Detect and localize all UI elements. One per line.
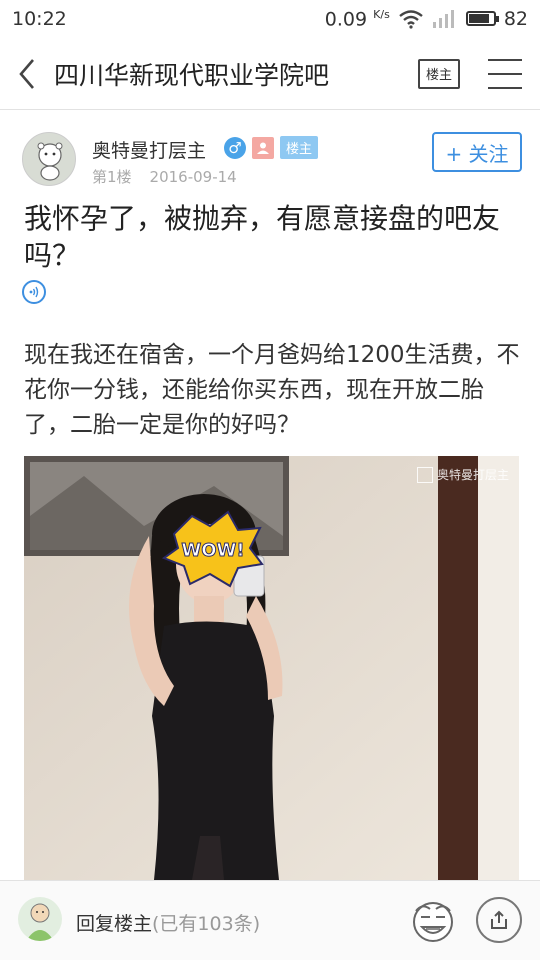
wifi-icon <box>399 10 423 29</box>
follow-button[interactable]: + 关注 <box>432 132 522 172</box>
watermark-text: 奥特曼打层主 <box>436 468 509 482</box>
menu-icon[interactable] <box>488 58 522 89</box>
post-date: 2016-09-14 <box>149 168 237 186</box>
user-profile-icon <box>252 136 274 159</box>
author-name[interactable]: 奥特曼打层主 <box>92 136 206 163</box>
battery-level: 82 <box>503 7 528 30</box>
signal-icon <box>432 9 454 28</box>
audio-icon[interactable] <box>22 280 46 304</box>
net-speed-unit: K/s <box>373 7 390 21</box>
post-body: 现在我还在宿舍，一个月爸妈给1200生活费，不花你一分钱，还能给你买东西，现在开… <box>24 342 520 438</box>
title-bar: 四川华新现代职业学院吧 楼主 <box>0 38 540 110</box>
only-op-button[interactable]: 楼主 <box>418 58 460 89</box>
watermark-logo-icon <box>416 466 433 483</box>
menu-line <box>488 72 522 75</box>
avatar-cartoon-icon <box>37 142 63 181</box>
back-button[interactable] <box>0 38 54 110</box>
status-time: 10:22 <box>12 8 67 30</box>
post-meta: 第1楼 2016-09-14 <box>92 166 237 187</box>
menu-line <box>488 58 522 61</box>
author-avatar[interactable] <box>22 132 76 186</box>
battery-icon <box>465 11 499 27</box>
author-block: 奥特曼打层主 ♂ 楼主 第1楼 2016-09-14 + 关注 <box>22 130 522 190</box>
battery-fill <box>468 14 489 24</box>
avatar-cartoon-icon <box>26 903 54 941</box>
post-title: 我怀孕了，被抛弃，有愿意接盘的吧友吗？ <box>24 202 501 272</box>
male-gender-icon: ♂ <box>224 136 246 159</box>
status-right: 0.09 K/s 82 <box>325 8 528 30</box>
reply-avatar <box>18 897 62 941</box>
floor-number: 第1楼 <box>92 168 132 186</box>
share-icon[interactable] <box>476 897 522 943</box>
photo-illustration: WOW! <box>24 456 519 880</box>
post-page: 10:22 0.09 K/s 82 四川华新现代职业学院吧 楼主 奥特曼打层主 … <box>0 0 540 960</box>
net-speed-value: 0.09 <box>324 8 368 31</box>
forum-title: 四川华新现代职业学院吧 <box>54 60 330 90</box>
reply-to-op-button[interactable]: 回复楼主(已有103条) <box>76 909 260 936</box>
author-badges: ♂ 楼主 <box>224 136 319 159</box>
bottom-bar: 回复楼主(已有103条) <box>0 880 540 960</box>
net-speed: 0.09 K/s <box>325 8 390 30</box>
status-bar: 10:22 0.09 K/s 82 <box>0 0 540 38</box>
back-chevron-icon <box>19 58 34 89</box>
reply-label-text: 回复楼主 <box>76 913 153 935</box>
reply-count: (已有103条) <box>152 913 261 935</box>
emoji-icon[interactable] <box>408 895 458 945</box>
post-image[interactable]: WOW! 奥特曼打层主 <box>24 456 519 880</box>
op-badge: 楼主 <box>280 136 319 159</box>
wow-sticker-text: WOW! <box>181 540 244 561</box>
image-watermark: 奥特曼打层主 <box>416 466 509 483</box>
menu-line <box>488 86 522 89</box>
